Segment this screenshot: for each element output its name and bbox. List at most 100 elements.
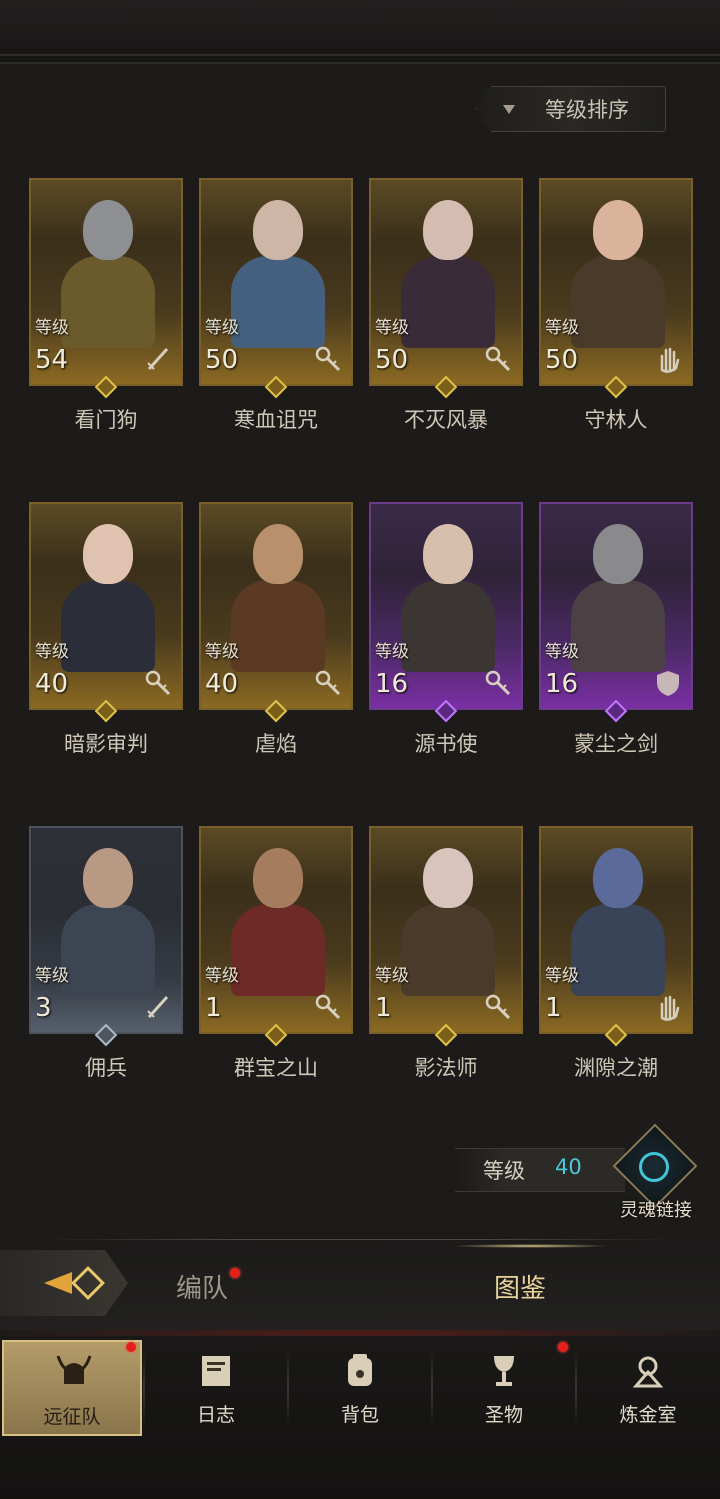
hero-level-value: 50 <box>375 345 409 375</box>
nav-separator <box>143 1350 145 1426</box>
top-header-bar <box>0 0 720 64</box>
soul-link-label: 灵魂链接 <box>620 1200 692 1221</box>
hero-level-label: 等级 <box>205 642 239 662</box>
hero-level-value: 16 <box>375 669 409 699</box>
nav-badge <box>126 1342 136 1352</box>
hero-portrait <box>53 194 163 348</box>
hero-name: 守林人 <box>584 408 648 432</box>
hero-level-label: 等级 <box>205 966 239 986</box>
nav-item-label: 圣物 <box>484 1404 523 1426</box>
hero-card[interactable]: 等级 1 <box>199 826 353 1034</box>
hero-name: 源书使 <box>414 732 478 756</box>
hero-card[interactable]: 等级 1 <box>369 826 523 1034</box>
hero-portrait <box>393 194 503 348</box>
hero-card[interactable]: 等级 40 <box>29 502 183 710</box>
hero-name: 看门狗 <box>74 408 138 432</box>
hero-level-label: 等级 <box>375 966 409 986</box>
scroll-icon <box>194 1348 238 1392</box>
hero-level-label: 等级 <box>545 642 579 662</box>
nav-item-2[interactable]: 背包 <box>290 1340 430 1436</box>
tab-bar: 编队 图鉴 <box>0 1244 720 1330</box>
hero-level-value: 1 <box>205 993 222 1023</box>
hero-level-value: 1 <box>545 993 562 1023</box>
hero-name: 不灭风暴 <box>404 408 488 432</box>
soul-link-icon <box>639 1152 669 1182</box>
sword-icon <box>143 992 173 1022</box>
hero-portrait <box>393 842 503 996</box>
sort-label: 等级排序 <box>545 98 629 122</box>
alchemy-icon <box>626 1348 670 1392</box>
hero-level-label: 等级 <box>545 318 579 338</box>
key-wand-icon <box>483 992 513 1022</box>
hero-card[interactable]: 等级 50 <box>199 178 353 386</box>
bottom-navigation: 远征队 日志 背包 圣物 炼金室 <box>0 1330 720 1499</box>
hero-card[interactable]: 等级 3 <box>29 826 183 1034</box>
key-wand-icon <box>483 668 513 698</box>
hero-level-label: 等级 <box>375 642 409 662</box>
hero-name: 影法师 <box>414 1056 478 1080</box>
hero-name: 蒙尘之剑 <box>574 732 658 756</box>
shield-icon <box>653 668 683 698</box>
hero-level-value: 1 <box>375 993 392 1023</box>
key-wand-icon <box>143 668 173 698</box>
horned-helmet-icon <box>52 1350 96 1394</box>
nav-item-label: 炼金室 <box>619 1404 677 1426</box>
hand-icon <box>653 992 683 1022</box>
tab-atlas[interactable]: 图鉴 <box>494 1268 546 1305</box>
hero-level-label: 等级 <box>375 318 409 338</box>
hero-level-value: 40 <box>35 669 69 699</box>
triangle-down-icon <box>503 104 515 114</box>
diamond-icon <box>71 1266 105 1300</box>
hand-icon <box>653 344 683 374</box>
back-button[interactable] <box>0 1250 128 1316</box>
hero-portrait <box>53 842 163 996</box>
hero-level-value: 16 <box>545 669 579 699</box>
hero-portrait <box>563 842 673 996</box>
hero-portrait <box>393 518 503 672</box>
hero-portrait <box>563 194 673 348</box>
sort-by-level-button[interactable]: 等级排序 <box>476 86 666 132</box>
hero-card[interactable]: 等级 16 <box>539 502 693 710</box>
hero-level-label: 等级 <box>205 318 239 338</box>
hero-portrait <box>53 518 163 672</box>
hero-level-label: 等级 <box>35 318 69 338</box>
team-tab-badge <box>230 1268 240 1278</box>
hero-card[interactable]: 等级 54 <box>29 178 183 386</box>
sword-icon <box>143 344 173 374</box>
nav-separator <box>431 1350 433 1426</box>
soul-link-button[interactable]: 灵魂链接 <box>612 1123 698 1221</box>
arrow-left-icon <box>44 1272 72 1294</box>
nav-separator <box>575 1350 577 1426</box>
nav-separator <box>287 1350 289 1426</box>
nav-item-label: 背包 <box>340 1404 379 1426</box>
hero-card[interactable]: 等级 1 <box>539 826 693 1034</box>
hero-card[interactable]: 等级 16 <box>369 502 523 710</box>
soul-link-level-bar: 等级 40 <box>455 1148 625 1192</box>
soul-link-level-label: 等级 <box>483 1159 525 1183</box>
nav-item-0[interactable]: 远征队 <box>2 1340 142 1436</box>
hero-name: 佣兵 <box>85 1056 127 1080</box>
hero-level-label: 等级 <box>35 642 69 662</box>
nav-item-label: 远征队 <box>43 1406 101 1428</box>
nav-top-ornament <box>0 1330 720 1336</box>
nav-item-1[interactable]: 日志 <box>146 1340 286 1436</box>
hero-name: 寒血诅咒 <box>234 408 318 432</box>
hero-card[interactable]: 等级 40 <box>199 502 353 710</box>
hero-level-value: 40 <box>205 669 239 699</box>
hero-card[interactable]: 等级 50 <box>369 178 523 386</box>
hero-level-value: 50 <box>545 345 579 375</box>
hero-card[interactable]: 等级 50 <box>539 178 693 386</box>
nav-item-3[interactable]: 圣物 <box>434 1340 574 1436</box>
nav-item-4[interactable]: 炼金室 <box>578 1340 718 1436</box>
tab-team[interactable]: 编队 <box>176 1268 228 1305</box>
hero-level-value: 54 <box>35 345 69 375</box>
key-wand-icon <box>313 992 343 1022</box>
hero-portrait <box>563 518 673 672</box>
hero-level-value: 3 <box>35 993 52 1023</box>
hero-name: 渊隙之潮 <box>574 1056 658 1080</box>
hero-level-label: 等级 <box>545 966 579 986</box>
key-wand-icon <box>483 344 513 374</box>
hero-name: 群宝之山 <box>234 1056 318 1080</box>
hero-portrait <box>223 194 333 348</box>
chalice-icon <box>482 1348 526 1392</box>
